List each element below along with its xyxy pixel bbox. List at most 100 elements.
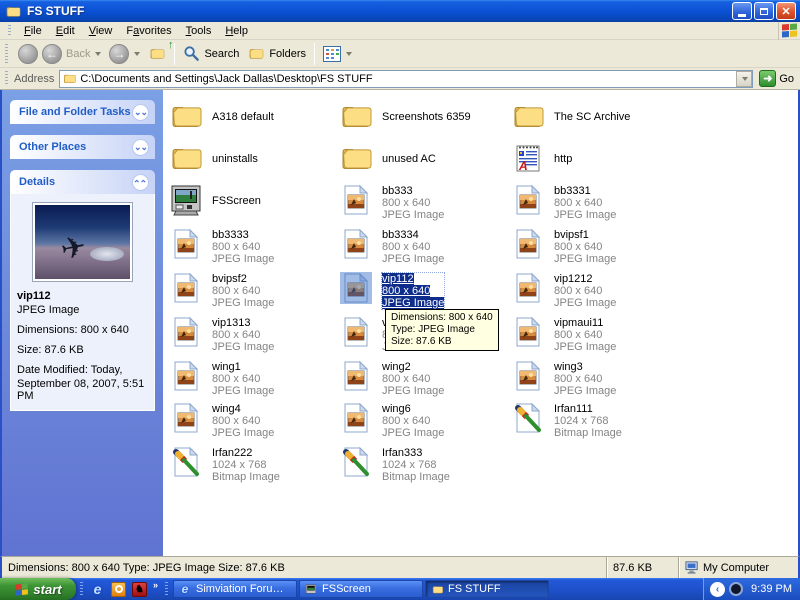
file-label[interactable]: bb333 800 x 640 JPEG Image bbox=[382, 185, 444, 221]
file-icon[interactable] bbox=[170, 100, 202, 132]
file-label[interactable]: The SC Archive bbox=[554, 101, 630, 123]
file-item[interactable]: bvipsf2 800 x 640 JPEG Image bbox=[170, 272, 330, 312]
file-label[interactable]: wing2 800 x 640 JPEG Image bbox=[382, 361, 444, 397]
chevron-down-icon[interactable]: ⌄⌄ bbox=[132, 139, 149, 156]
back-dropdown-caret[interactable] bbox=[95, 52, 101, 56]
file-label[interactable]: bvipsf2 800 x 640 JPEG Image bbox=[212, 273, 274, 309]
file-icon[interactable] bbox=[170, 402, 202, 434]
file-item[interactable]: wing3 800 x 640 JPEG Image bbox=[512, 360, 672, 400]
file-item[interactable]: bb3334 800 x 640 JPEG Image bbox=[340, 228, 500, 268]
up-button[interactable]: ↑ bbox=[144, 44, 170, 63]
file-icon[interactable]: A bbox=[512, 142, 544, 174]
file-item[interactable]: A http bbox=[512, 142, 672, 182]
file-item[interactable]: wing2 800 x 640 JPEG Image bbox=[340, 360, 500, 400]
panel-header-file-folder-tasks[interactable]: File and Folder Tasks ⌄⌄ bbox=[10, 100, 155, 124]
file-label[interactable]: vip112 800 x 640 JPEG Image bbox=[382, 273, 444, 309]
restore-button[interactable] bbox=[754, 2, 774, 20]
panel-header-details[interactable]: Details ⌄⌄ bbox=[10, 170, 155, 194]
file-item[interactable]: vip1212 800 x 640 JPEG Image bbox=[512, 272, 672, 312]
file-label[interactable]: vipmaui11 800 x 640 JPEG Image bbox=[554, 317, 616, 353]
menu-item[interactable]: Edit bbox=[49, 23, 82, 39]
menu-item[interactable]: Tools bbox=[179, 23, 219, 39]
file-icon[interactable] bbox=[170, 142, 202, 174]
file-icon[interactable] bbox=[340, 100, 372, 132]
views-button[interactable] bbox=[319, 44, 356, 64]
file-icon[interactable] bbox=[170, 316, 202, 348]
close-button[interactable]: ✕ bbox=[776, 2, 796, 20]
file-icon[interactable] bbox=[170, 272, 202, 304]
file-item[interactable]: vip112 800 x 640 JPEG Image bbox=[340, 272, 500, 312]
file-item[interactable]: A318 default bbox=[170, 100, 330, 140]
quicklaunch-more-chevron[interactable]: » bbox=[153, 578, 158, 590]
tray-collapse-chevron-icon[interactable]: ‹ bbox=[710, 582, 725, 597]
file-item[interactable]: Irfan333 1024 x 768 Bitmap Image bbox=[340, 446, 500, 486]
quicklaunch-app2-icon[interactable]: ♞ bbox=[132, 582, 147, 597]
chevron-down-icon[interactable]: ⌄⌄ bbox=[132, 104, 149, 121]
address-field[interactable] bbox=[59, 70, 753, 88]
file-label[interactable]: vip1313 800 x 640 JPEG Image bbox=[212, 317, 274, 353]
file-icon[interactable] bbox=[340, 228, 372, 260]
file-item[interactable]: bvipsf1 800 x 640 JPEG Image bbox=[512, 228, 672, 268]
search-button[interactable]: Search bbox=[179, 43, 243, 64]
go-button[interactable]: ➜ Go bbox=[759, 70, 794, 87]
file-label[interactable]: A318 default bbox=[212, 101, 274, 123]
file-label[interactable]: bb3333 800 x 640 JPEG Image bbox=[212, 229, 274, 265]
file-label[interactable]: wing1 800 x 640 JPEG Image bbox=[212, 361, 274, 397]
views-dropdown-caret[interactable] bbox=[346, 52, 352, 56]
address-dropdown-button[interactable] bbox=[736, 71, 752, 87]
quicklaunch-ie-icon[interactable]: e bbox=[90, 582, 105, 597]
file-label[interactable]: Irfan222 1024 x 768 Bitmap Image bbox=[212, 447, 280, 483]
file-icon[interactable] bbox=[340, 142, 372, 174]
file-item[interactable]: unused AC bbox=[340, 142, 500, 182]
file-label[interactable]: http bbox=[554, 143, 572, 165]
file-icon[interactable] bbox=[340, 360, 372, 392]
minimize-button[interactable] bbox=[732, 2, 752, 20]
address-input[interactable] bbox=[80, 73, 736, 85]
task-fs-stuff[interactable]: FS STUFF bbox=[425, 580, 549, 598]
file-label[interactable]: wing4 800 x 640 JPEG Image bbox=[212, 403, 274, 439]
file-icon[interactable] bbox=[340, 316, 372, 348]
task-simviation[interactable]: e Simviation Forums - o... bbox=[173, 580, 297, 598]
file-icon[interactable] bbox=[340, 402, 372, 434]
file-item[interactable]: wing4 800 x 640 JPEG Image bbox=[170, 402, 330, 442]
file-icon[interactable] bbox=[512, 100, 544, 132]
file-icon[interactable] bbox=[512, 360, 544, 392]
tray-app-icon[interactable] bbox=[729, 582, 743, 596]
tasks-grip[interactable] bbox=[165, 582, 168, 596]
file-icon[interactable] bbox=[170, 446, 202, 478]
file-item[interactable]: wing1 800 x 640 JPEG Image bbox=[170, 360, 330, 400]
quicklaunch-grip[interactable] bbox=[80, 582, 83, 596]
file-icon[interactable] bbox=[170, 360, 202, 392]
file-icon[interactable] bbox=[512, 316, 544, 348]
file-label[interactable]: Screenshots 6359 bbox=[382, 101, 471, 123]
file-label[interactable]: wing3 800 x 640 JPEG Image bbox=[554, 361, 616, 397]
file-icon[interactable] bbox=[512, 402, 544, 434]
file-label[interactable]: uninstalls bbox=[212, 143, 258, 165]
file-item[interactable]: wing6 800 x 640 JPEG Image bbox=[340, 402, 500, 442]
file-item[interactable]: The SC Archive bbox=[512, 100, 672, 140]
file-item[interactable]: uninstalls bbox=[170, 142, 330, 182]
menu-item[interactable]: View bbox=[82, 23, 120, 39]
file-label[interactable]: Irfan111 1024 x 768 Bitmap Image bbox=[554, 403, 622, 439]
file-icon[interactable] bbox=[170, 184, 202, 216]
file-label[interactable]: Irfan333 1024 x 768 Bitmap Image bbox=[382, 447, 450, 483]
file-label[interactable]: FSScreen bbox=[212, 185, 261, 207]
file-icon[interactable] bbox=[340, 272, 372, 304]
file-label[interactable]: bvipsf1 800 x 640 JPEG Image bbox=[554, 229, 616, 265]
file-icon[interactable] bbox=[340, 184, 372, 216]
forward-button[interactable]: → bbox=[105, 42, 144, 66]
chevron-up-icon[interactable]: ⌄⌄ bbox=[132, 174, 149, 191]
file-item[interactable]: bb3331 800 x 640 JPEG Image bbox=[512, 184, 672, 224]
file-label[interactable]: unused AC bbox=[382, 143, 436, 165]
menu-item[interactable]: Favorites bbox=[119, 23, 178, 39]
menu-item[interactable]: File bbox=[17, 23, 49, 39]
menu-item[interactable]: Help bbox=[218, 23, 255, 39]
file-icon[interactable] bbox=[512, 272, 544, 304]
file-icon[interactable] bbox=[170, 228, 202, 260]
file-item[interactable]: Screenshots 6359 bbox=[340, 100, 500, 140]
task-fsscreen[interactable]: FSScreen bbox=[299, 580, 423, 598]
file-item[interactable]: bb3333 800 x 640 JPEG Image bbox=[170, 228, 330, 268]
file-item[interactable]: vipmaui11 800 x 640 JPEG Image bbox=[512, 316, 672, 356]
forward-dropdown-caret[interactable] bbox=[134, 52, 140, 56]
start-button[interactable]: start bbox=[0, 578, 76, 600]
